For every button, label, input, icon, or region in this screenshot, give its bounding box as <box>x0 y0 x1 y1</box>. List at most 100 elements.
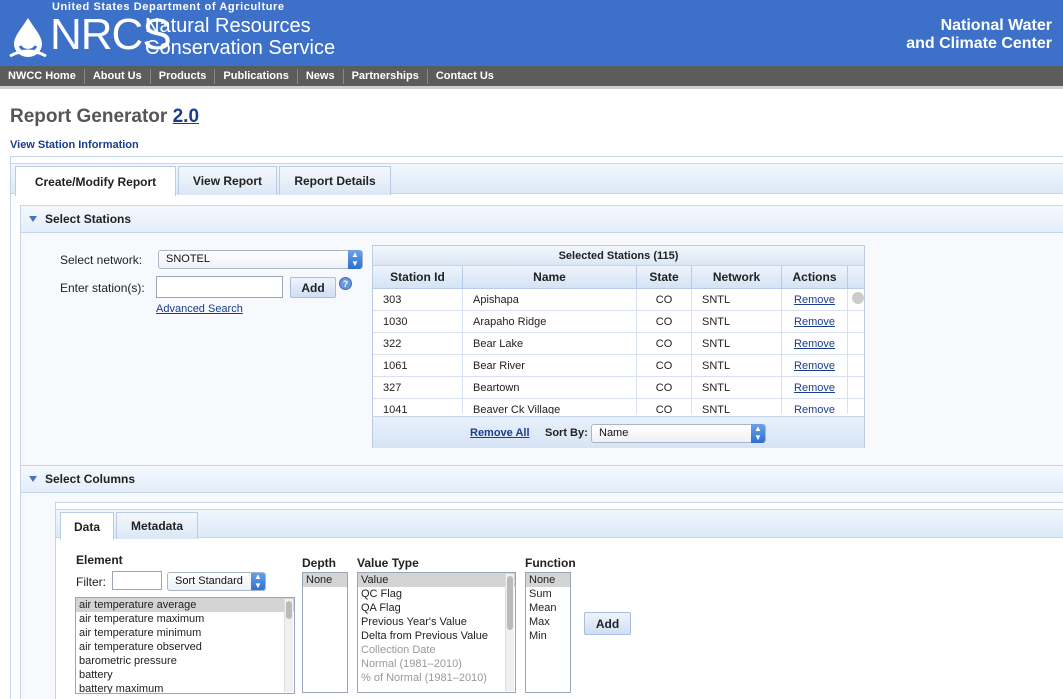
remove-all-link[interactable]: Remove All <box>470 427 530 439</box>
element-option[interactable]: battery maximum <box>76 682 294 693</box>
cell-state: CO <box>637 289 692 310</box>
value-type-option[interactable]: % of Normal (1981–2010) <box>358 671 515 685</box>
remove-link[interactable]: Remove <box>782 311 848 332</box>
col-state[interactable]: State <box>637 266 692 288</box>
col-station-id[interactable]: Station Id <box>373 266 463 288</box>
element-option[interactable]: air temperature maximum <box>76 612 294 626</box>
table-body[interactable]: 303 Apishapa CO SNTL Remove 1030 Arapaho… <box>373 289 864 414</box>
cell-state: CO <box>637 355 692 376</box>
select-stations-title: Select Stations <box>45 212 132 226</box>
nav-products[interactable]: Products <box>151 68 216 84</box>
table-row: 1041 Beaver Ck Village CO SNTL Remove <box>373 399 864 414</box>
element-option[interactable]: air temperature observed <box>76 640 294 654</box>
value-type-option[interactable]: Value <box>358 573 515 587</box>
station-input[interactable] <box>156 276 283 298</box>
page-title: Report Generator 2.0 <box>10 106 199 128</box>
element-option[interactable]: barometric pressure <box>76 654 294 668</box>
table-footer: Remove All Sort By: Name ▲ ▼ <box>373 416 864 448</box>
network-select-value: SNOTEL <box>166 253 211 265</box>
scroll-thumb[interactable] <box>286 601 292 619</box>
element-filter-input[interactable] <box>112 571 162 590</box>
select-updown-icon: ▲ ▼ <box>348 250 362 269</box>
element-option[interactable]: air temperature average <box>76 598 294 612</box>
element-option[interactable]: air temperature minimum <box>76 626 294 640</box>
cell-name: Beartown <box>463 377 637 398</box>
tab-view-report[interactable]: View Report <box>178 166 277 195</box>
table-scrollbar-handle[interactable] <box>852 292 864 304</box>
value-type-option[interactable]: Previous Year's Value <box>358 615 515 629</box>
sort-by-select[interactable]: Name ▲ ▼ <box>591 424 766 443</box>
columns-tabbar: Data Metadata <box>56 509 1063 540</box>
element-sort-value: Sort Standard <box>175 575 243 587</box>
nav-news[interactable]: News <box>298 68 344 84</box>
add-station-button[interactable]: Add <box>290 277 336 298</box>
depth-listbox[interactable]: None <box>302 572 348 693</box>
function-option[interactable]: None <box>526 573 570 587</box>
center-name-line1: National Water <box>940 17 1052 34</box>
cell-network: SNTL <box>692 289 782 310</box>
cell-network: SNTL <box>692 399 782 414</box>
nav-about-us[interactable]: About Us <box>85 68 151 84</box>
cell-name: Apishapa <box>463 289 637 310</box>
nav-publications[interactable]: Publications <box>215 68 298 84</box>
advanced-search-link[interactable]: Advanced Search <box>156 303 243 315</box>
value-type-option[interactable]: Normal (1981–2010) <box>358 657 515 671</box>
value-type-option[interactable]: QC Flag <box>358 587 515 601</box>
page-title-text: Report Generator <box>10 106 168 127</box>
table-header: Station Id Name State Network Actions <box>373 266 864 289</box>
network-select[interactable]: SNOTEL ▲ ▼ <box>158 250 363 269</box>
tab-metadata[interactable]: Metadata <box>116 512 198 539</box>
value-type-scrollbar[interactable] <box>505 574 514 691</box>
element-option[interactable]: battery <box>76 668 294 682</box>
sort-by-value: Name <box>599 427 629 439</box>
function-option[interactable]: Min <box>526 629 570 643</box>
depth-option[interactable]: None <box>303 573 347 587</box>
cell-state: CO <box>637 311 692 332</box>
add-column-button[interactable]: Add <box>584 612 631 635</box>
org-name-line2: Conservation Service <box>145 37 336 59</box>
value-type-listbox[interactable]: Value QC Flag QA Flag Previous Year's Va… <box>357 572 516 693</box>
tab-report-details[interactable]: Report Details <box>279 166 391 195</box>
help-icon[interactable]: ? <box>339 277 352 290</box>
col-actions: Actions <box>782 266 848 288</box>
element-listbox[interactable]: air temperature average air temperature … <box>75 597 295 694</box>
function-listbox[interactable]: None Sum Mean Max Min <box>525 572 571 693</box>
scroll-thumb[interactable] <box>507 576 513 630</box>
col-network[interactable]: Network <box>692 266 782 288</box>
function-option[interactable]: Sum <box>526 587 570 601</box>
function-option[interactable]: Max <box>526 615 570 629</box>
remove-link[interactable]: Remove <box>782 355 848 376</box>
value-type-option[interactable]: Collection Date <box>358 643 515 657</box>
cell-network: SNTL <box>692 333 782 354</box>
remove-link[interactable]: Remove <box>782 377 848 398</box>
function-option[interactable]: Mean <box>526 601 570 615</box>
main-nav: NWCC Home About Us Products Publications… <box>0 66 1063 89</box>
site-header: United States Department of Agriculture … <box>0 0 1063 66</box>
element-scrollbar[interactable] <box>284 599 293 692</box>
cell-state: CO <box>637 333 692 354</box>
version-link[interactable]: 2.0 <box>173 106 199 127</box>
table-row: 322 Bear Lake CO SNTL Remove <box>373 333 864 355</box>
network-label: Select network: <box>60 253 143 267</box>
table-row: 1030 Arapaho Ridge CO SNTL Remove <box>373 311 864 333</box>
nav-contact-us[interactable]: Contact Us <box>428 69 502 84</box>
select-columns-header[interactable]: Select Columns <box>20 465 1063 493</box>
remove-link[interactable]: Remove <box>782 333 848 354</box>
value-type-option[interactable]: Delta from Previous Value <box>358 629 515 643</box>
nav-nwcc-home[interactable]: NWCC Home <box>0 68 85 84</box>
collapse-triangle-icon <box>29 216 37 222</box>
cell-station-id: 1061 <box>373 355 463 376</box>
nav-partnerships[interactable]: Partnerships <box>344 68 428 84</box>
tab-create-modify-report[interactable]: Create/Modify Report <box>15 166 176 196</box>
col-name[interactable]: Name <box>463 266 637 288</box>
view-station-info-link[interactable]: View Station Information <box>10 139 139 151</box>
remove-link[interactable]: Remove <box>782 399 848 414</box>
remove-link[interactable]: Remove <box>782 289 848 310</box>
element-sort-select[interactable]: Sort Standard ▲ ▼ <box>167 572 266 591</box>
value-type-option[interactable]: QA Flag <box>358 601 515 615</box>
function-heading: Function <box>525 556 576 570</box>
select-stations-header[interactable]: Select Stations <box>20 205 1063 233</box>
value-type-heading: Value Type <box>357 556 419 570</box>
station-label: Enter station(s): <box>60 281 145 295</box>
tab-data[interactable]: Data <box>60 512 114 540</box>
